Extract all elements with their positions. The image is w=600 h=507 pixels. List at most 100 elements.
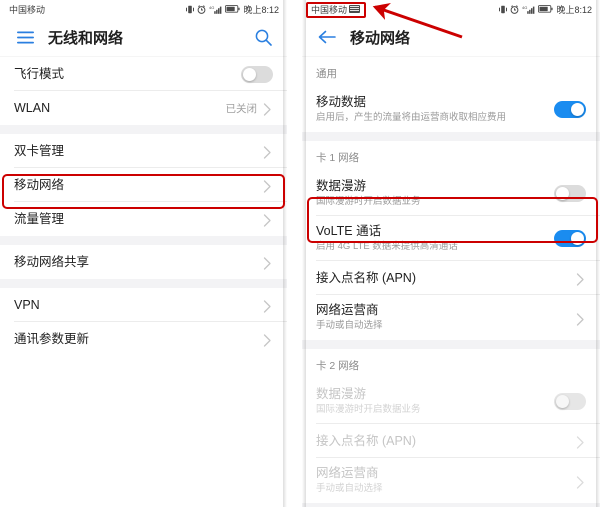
- battery-icon: [538, 5, 554, 13]
- list-item[interactable]: 接入点名称 (APN): [302, 261, 600, 295]
- chevron-right-icon: [576, 312, 586, 326]
- list-item-texts: 移动数据 启用后，产生的流量将由运营商收取相应费用: [316, 95, 554, 124]
- section-gap: [302, 340, 600, 349]
- toggle-knob: [556, 187, 569, 200]
- alarm-icon: [510, 4, 519, 14]
- list-item-title: 接入点名称 (APN): [316, 433, 417, 448]
- toggle-switch[interactable]: [554, 101, 586, 118]
- left-status-bar: 中国移动 4G 晚上8:12: [0, 0, 287, 18]
- group-gap: [0, 125, 287, 134]
- list-item-subtitle: 手动或自动选择: [316, 483, 383, 494]
- section-header: 卡 2 网络: [302, 349, 600, 379]
- battery-icon: [225, 5, 241, 13]
- list-item-texts: VPN: [14, 298, 263, 313]
- list-item-title: 双卡管理: [14, 143, 65, 158]
- svg-text:4G: 4G: [209, 5, 214, 10]
- list-item: 网络运营商 手动或自动选择: [302, 458, 600, 503]
- carrier-name: 中国移动: [9, 4, 46, 15]
- list-item-value: 已关闭: [225, 102, 258, 115]
- settings-group: VPN 通讯参数更新: [0, 288, 287, 356]
- list-item-subtitle: 启用 4G LTE 数据来提供高清通话: [316, 241, 458, 252]
- left-title-bar: 无线和网络: [0, 18, 287, 57]
- back-arrow-icon[interactable]: [316, 26, 338, 48]
- section-gap: [302, 132, 600, 141]
- chevron-right-icon: [263, 257, 273, 270]
- chevron-right-icon: [263, 103, 273, 116]
- left-edge-shadow: [283, 0, 287, 507]
- left-page-title: 无线和网络: [48, 29, 124, 47]
- list-item-texts: 数据漫游国际漫游时开启数据业务: [316, 179, 554, 208]
- screenshot-stage: 中国移动 4G 晚上8:12 无线和网络 飞行模式 WLAN 已关闭 双卡管理 …: [0, 0, 600, 507]
- search-icon[interactable]: [253, 27, 273, 47]
- right-phone-screen: 中国移动 4G 晚上8:12 移动网络 通用 移动数据 启用后，产生的流量将由运…: [302, 0, 600, 507]
- list-item-title: 通讯参数更新: [14, 331, 90, 346]
- list-item-title: 飞行模式: [14, 66, 65, 81]
- signal-bars-icon: 4G: [522, 5, 535, 14]
- list-item-texts: 移动网络: [14, 178, 263, 193]
- group-gap: [0, 279, 287, 288]
- list-item[interactable]: 网络运营商 手动或自动选择: [302, 295, 600, 340]
- list-item-title: 数据漫游: [316, 387, 367, 401]
- right-edge-shadow: [596, 0, 600, 507]
- list-item-texts: 飞行模式: [14, 67, 241, 82]
- vibrate-icon: [499, 5, 508, 14]
- right-status-icons: 4G 晚上8:12: [499, 3, 592, 16]
- list-item-texts: 流量管理: [14, 212, 263, 227]
- list-item: 接入点名称 (APN): [302, 424, 600, 458]
- right-page-title: 移动网络: [350, 29, 411, 47]
- list-item-title: WLAN: [14, 100, 51, 115]
- list-item-texts: 数据漫游国际漫游时开启数据业务: [316, 387, 554, 416]
- list-item-subtitle: 国际漫游时开启数据业务: [316, 196, 421, 207]
- chevron-right-icon: [576, 273, 586, 286]
- list-item-texts: 接入点名称 (APN): [316, 271, 576, 286]
- left-phone-screen: 中国移动 4G 晚上8:12 无线和网络 飞行模式 WLAN 已关闭 双卡管理 …: [0, 0, 287, 507]
- right-carrier-area: 中国移动: [311, 3, 361, 16]
- toggle-switch[interactable]: [241, 65, 273, 83]
- left-settings-list[interactable]: 飞行模式 WLAN 已关闭双卡管理移动网络流量管理移动网络共享 VPN 通讯参数更新: [0, 57, 287, 507]
- list-item[interactable]: VPN: [0, 288, 287, 322]
- volte-badge-icon: [349, 5, 361, 13]
- left-status-icons: 4G 晚上8:12: [186, 3, 279, 16]
- list-item-title: 数据漫游: [316, 179, 367, 193]
- list-item-title: VoLTE 通话: [316, 224, 382, 238]
- settings-group: 双卡管理移动网络流量管理: [0, 134, 287, 236]
- alarm-icon: [197, 4, 206, 14]
- status-clock-right: 晚上8:12: [556, 4, 592, 15]
- carrier-name-right: 中国移动: [311, 4, 348, 15]
- list-item[interactable]: 通讯参数更新: [0, 322, 287, 356]
- list-item-texts: 移动网络共享: [14, 255, 263, 270]
- list-item-subtitle: 启用后，产生的流量将由运营商收取相应费用: [316, 112, 507, 123]
- list-item[interactable]: VoLTE 通话启用 4G LTE 数据来提供高清通话: [302, 216, 600, 261]
- list-item-title: 流量管理: [14, 211, 65, 226]
- list-item[interactable]: 移动网络: [0, 168, 287, 202]
- chevron-right-icon: [263, 214, 273, 227]
- section-gap: [302, 503, 600, 507]
- list-item[interactable]: 移动数据 启用后，产生的流量将由运营商收取相应费用: [302, 87, 600, 132]
- right-title-bar: 移动网络: [302, 18, 600, 57]
- hamburger-menu-icon[interactable]: [14, 26, 36, 48]
- section-header: 卡 1 网络: [302, 141, 600, 171]
- chevron-right-icon: [576, 436, 586, 449]
- list-item-subtitle: 手动或自动选择: [316, 320, 383, 331]
- mobile-network-settings-list[interactable]: 通用 移动数据 启用后，产生的流量将由运营商收取相应费用卡 1 网络 数据漫游 国际漫游…: [302, 57, 600, 507]
- toggle-knob: [571, 103, 584, 116]
- settings-group: 飞行模式 WLAN 已关闭: [0, 57, 287, 125]
- list-item-texts: VoLTE 通话启用 4G LTE 数据来提供高清通话: [316, 224, 554, 253]
- chevron-right-icon: [263, 180, 273, 193]
- list-item-subtitle: 国际漫游时开启数据业务: [316, 404, 421, 415]
- left-carrier-area: 中国移动: [9, 3, 45, 16]
- list-item[interactable]: 流量管理: [0, 202, 287, 236]
- list-item[interactable]: WLAN 已关闭: [0, 91, 287, 125]
- toggle-switch[interactable]: [554, 230, 586, 247]
- toggle-switch[interactable]: [554, 185, 586, 202]
- list-item[interactable]: 移动网络共享: [0, 245, 287, 279]
- list-item[interactable]: 双卡管理: [0, 134, 287, 168]
- list-item-title: 移动网络共享: [14, 254, 90, 269]
- vibrate-icon: [186, 5, 195, 14]
- list-item-texts: 网络运营商 手动或自动选择: [316, 303, 576, 332]
- status-clock: 晚上8:12: [243, 4, 279, 15]
- toggle-knob: [556, 395, 569, 408]
- list-item[interactable]: 数据漫游国际漫游时开启数据业务: [302, 171, 600, 216]
- signal-bars-icon: 4G: [209, 5, 222, 14]
- list-item[interactable]: 飞行模式: [0, 57, 287, 91]
